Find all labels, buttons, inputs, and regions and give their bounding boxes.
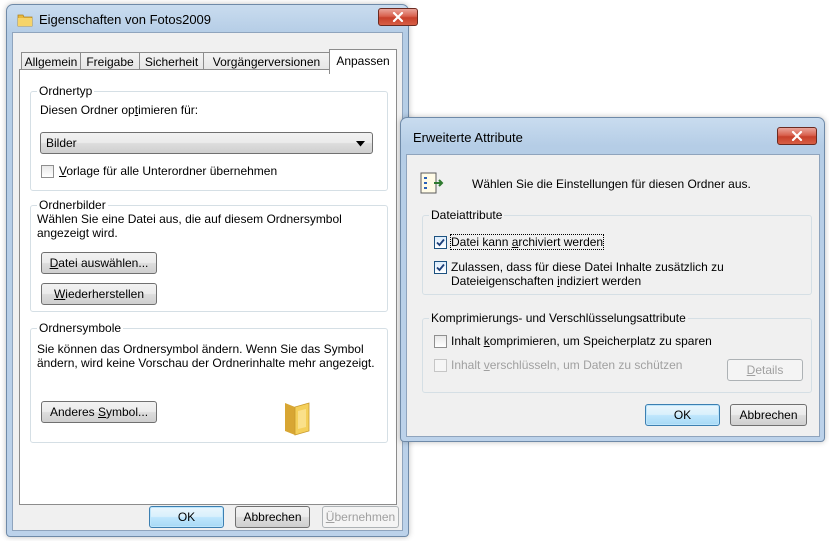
compress-checkbox[interactable]: [434, 335, 447, 348]
template-label: Vorlage für alle Unterordner übernehmen: [59, 164, 278, 178]
encrypt-checkbox[interactable]: [434, 359, 447, 372]
ok-button[interactable]: OK: [149, 506, 224, 528]
compress-label: Inhalt komprimieren, um Speicherplatz zu…: [451, 334, 712, 348]
folder-icons-desc-2: ändern, wird keine Vorschau der Ordnerin…: [37, 356, 375, 370]
cancel-button[interactable]: Abbrechen: [235, 506, 310, 528]
index-label-1: Zulassen, dass für diese Datei Inhalte z…: [451, 260, 724, 274]
folder-pictures-desc-2: angezeigt wird.: [37, 226, 118, 240]
properties-titlebar[interactable]: Eigenschaften von Fotos2009: [7, 5, 418, 33]
folder-type-title: Ordnertyp: [37, 84, 95, 98]
attributes-ok-button[interactable]: OK: [645, 404, 720, 426]
close-button[interactable]: [378, 8, 418, 26]
compress-encrypt-group: Komprimierungs- und Verschlüsselungsattr…: [422, 311, 812, 393]
change-icon-button[interactable]: Anderes Symbol...: [41, 401, 157, 423]
folder-icon: [17, 12, 33, 31]
archive-checkbox[interactable]: [434, 236, 447, 249]
tab-panel-anpassen: Ordnertyp Diesen Ordner optimieren für: …: [19, 69, 397, 505]
attributes-title: Erweiterte Attribute: [413, 130, 523, 145]
attributes-cancel-button[interactable]: Abbrechen: [730, 404, 807, 426]
file-attributes-group: Dateiattribute Datei kann archiviert wer…: [422, 208, 812, 295]
index-label-2: Dateieigenschaften indiziert werden: [451, 274, 642, 288]
properties-dialog: Eigenschaften von Fotos2009 Allgemein Fr…: [6, 4, 418, 537]
attributes-titlebar[interactable]: Erweiterte Attribute: [401, 118, 824, 146]
folder-type-value: Bilder: [46, 136, 77, 150]
large-folder-icon: [285, 402, 310, 436]
folder-pictures-group: Ordnerbilder Wählen Sie eine Datei aus, …: [30, 198, 388, 312]
template-checkbox[interactable]: [41, 165, 54, 178]
close-icon: [392, 12, 404, 22]
attributes-intro: Wählen Sie die Einstellungen für diesen …: [472, 177, 751, 191]
folder-icons-title: Ordnersymbole: [37, 321, 124, 335]
properties-title: Eigenschaften von Fotos2009: [39, 12, 212, 27]
attributes-client: Wählen Sie die Einstellungen für diesen …: [406, 154, 820, 437]
restore-button[interactable]: Wiederherstellen: [41, 283, 157, 305]
checkmark-icon: [436, 263, 445, 272]
file-attributes-title: Dateiattribute: [429, 208, 505, 222]
choose-file-button[interactable]: Datei auswählen...: [41, 252, 157, 274]
archive-label: Datei kann archiviert werden: [449, 234, 605, 250]
folder-type-group: Ordnertyp Diesen Ordner optimieren für: …: [30, 84, 388, 191]
folder-icons-group: Ordnersymbole Sie können das Ordnersymbo…: [30, 321, 388, 443]
folder-pictures-title: Ordnerbilder: [37, 198, 108, 212]
attributes-icon: [420, 172, 444, 194]
details-button[interactable]: Details: [727, 359, 803, 381]
dropdown-arrow-icon: [356, 141, 365, 147]
encrypt-label: Inhalt verschlüsseln, um Daten zu schütz…: [451, 358, 683, 372]
advanced-attributes-dialog: Erweiterte Attribute Wählen Sie die Eins…: [400, 117, 825, 442]
checkmark-icon: [436, 238, 445, 247]
optimize-label: Diesen Ordner optimieren für:: [40, 103, 199, 117]
index-checkbox[interactable]: [434, 261, 447, 274]
attributes-close-button[interactable]: [777, 127, 817, 145]
compress-encrypt-title: Komprimierungs- und Verschlüsselungsattr…: [429, 311, 688, 325]
close-icon: [791, 131, 803, 141]
apply-button[interactable]: Übernehmen: [322, 506, 399, 528]
folder-type-select[interactable]: Bilder: [40, 132, 373, 154]
folder-icons-desc-1: Sie können das Ordnersymbol ändern. Wenn…: [37, 342, 364, 356]
folder-pictures-desc-1: Wählen Sie eine Datei aus, die auf diese…: [37, 212, 342, 226]
tab-anpassen[interactable]: Anpassen: [329, 49, 397, 74]
